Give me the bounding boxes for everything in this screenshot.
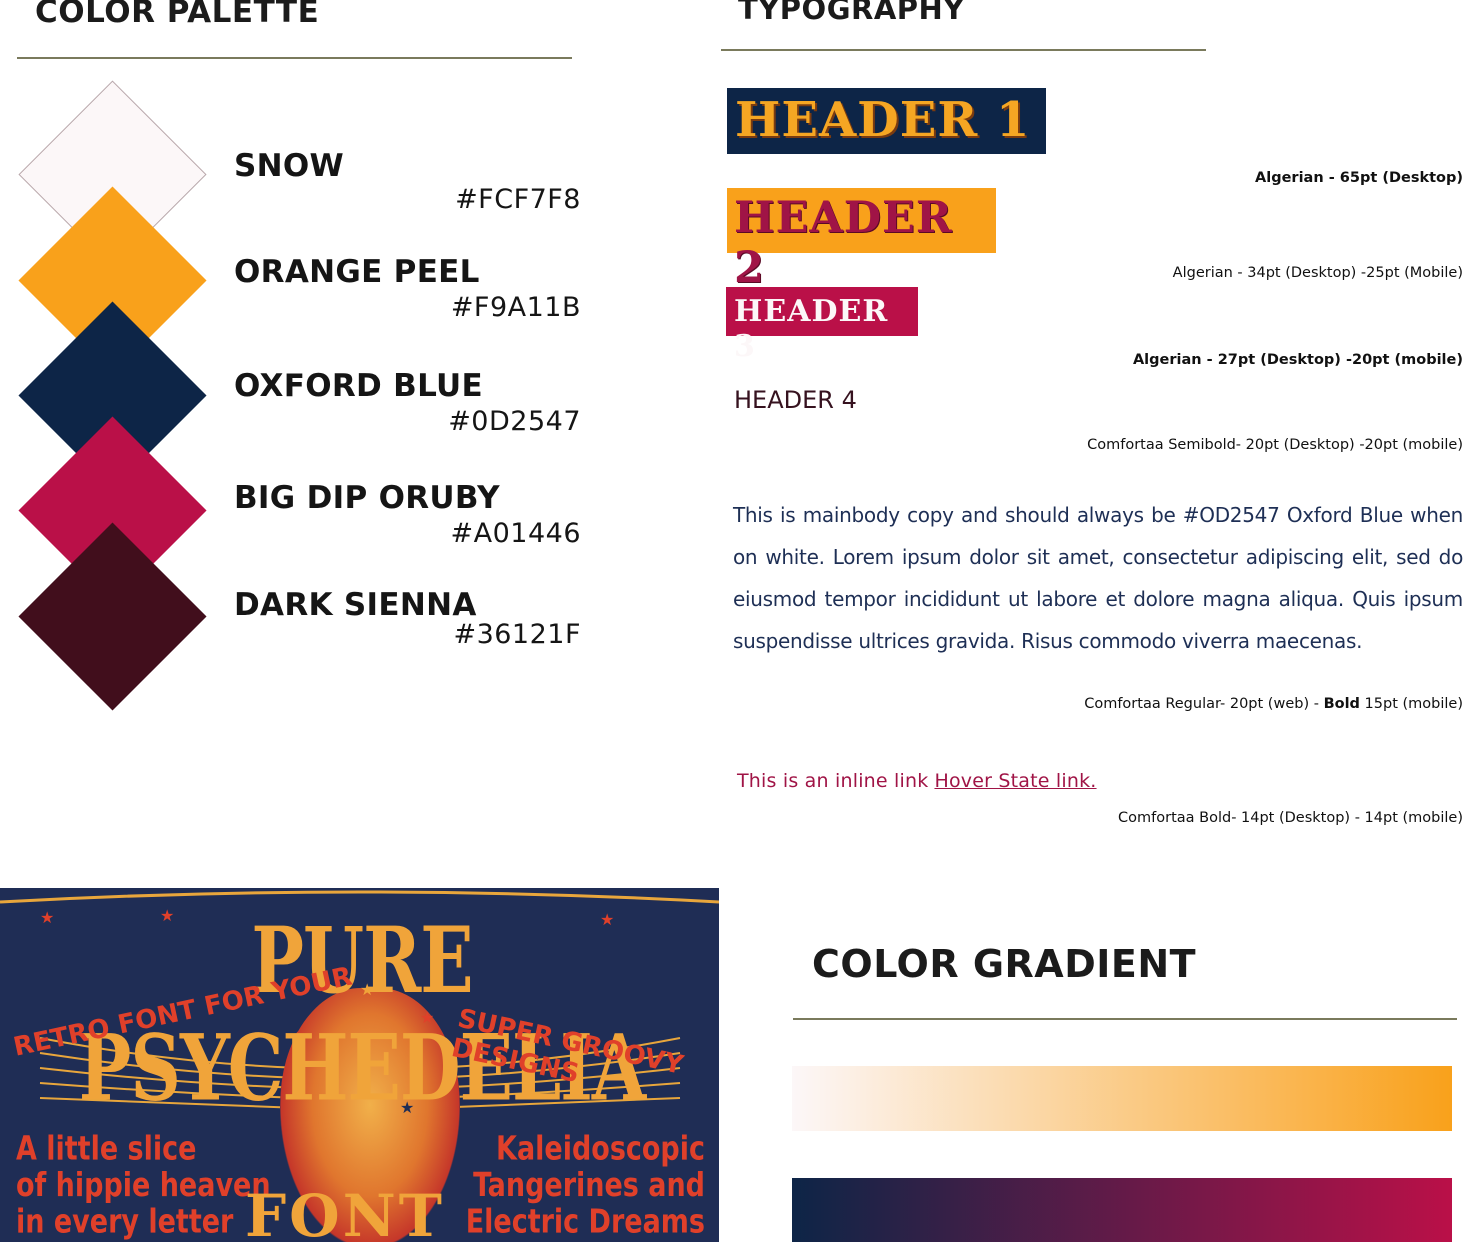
poster-left-text: A little slice of hippie heaven in every… xyxy=(16,1131,271,1240)
inline-link-sample: This is an inline link Hover State link. xyxy=(737,770,1097,792)
swatch-name-snow: SNOW xyxy=(234,148,345,184)
header-2-text: HEADER 2 xyxy=(734,193,953,293)
header-3-spec: Algerian - 27pt (Desktop) -20pt (mobile) xyxy=(1132,352,1463,368)
body-copy-sample: This is mainbody copy and should always … xyxy=(733,503,1463,653)
header-1-spec: Algerian - 65pt (Desktop) xyxy=(1255,170,1463,186)
palette-title: COLOR PALETTE xyxy=(35,0,320,30)
poster-left-line: in every letter xyxy=(16,1202,234,1242)
swatch-name-dark-sienna: DARK SIENNA xyxy=(234,587,477,623)
header-2-spec: Algerian - 34pt (Desktop) -25pt (Mobile) xyxy=(1172,265,1463,281)
body-spec-prefix: Comfortaa Regular- 20pt (web) - xyxy=(1084,696,1324,712)
body-copy-spec: Comfortaa Regular- 20pt (web) - Bold 15p… xyxy=(1084,696,1463,712)
header-1-text: HEADER 1 xyxy=(735,92,1031,148)
poster-font-word: FONT xyxy=(245,1182,445,1242)
body-spec-suffix: 15pt (mobile) xyxy=(1359,696,1463,712)
palette-divider xyxy=(17,57,572,59)
header-4-spec: Comfortaa Semibold- 20pt (Desktop) -20pt… xyxy=(1087,437,1463,453)
swatch-hex-oxford-blue: #0D2547 xyxy=(448,406,581,437)
gradient-title: COLOR GRADIENT xyxy=(812,942,1197,986)
poster-left-line: A little slice xyxy=(16,1129,197,1169)
swatch-name-orange-peel: ORANGE PEEL xyxy=(234,254,480,290)
gradient-bar-snow-orange xyxy=(792,1066,1452,1131)
swatch-name-oxford-blue: OXFORD BLUE xyxy=(234,368,483,404)
swatch-diamond-dark-sienna xyxy=(18,522,207,711)
typography-divider xyxy=(721,49,1206,51)
gradient-divider xyxy=(793,1018,1457,1020)
header-4-text: HEADER 4 xyxy=(734,386,857,414)
hover-state-link[interactable]: Hover State link. xyxy=(934,770,1096,792)
poster-right-line: Kaleidoscopic xyxy=(496,1129,705,1169)
body-spec-bold: Bold xyxy=(1323,696,1360,712)
header-3-text: HEADER 3 xyxy=(734,294,889,364)
header-3-sample: HEADER 3 xyxy=(726,287,918,364)
typography-title: TYPOGRAPHY xyxy=(738,0,965,26)
inline-link-text[interactable]: This is an inline link xyxy=(737,770,928,792)
swatch-hex-snow: #FCF7F8 xyxy=(455,184,581,215)
font-poster-image: ★ ★ ★ ★ ★ ★ ★ PURE PSYCHEDELIA RETRO FON… xyxy=(0,888,719,1242)
swatch-hex-dark-sienna: #36121F xyxy=(453,619,581,650)
gradient-bar-oxford-ruby xyxy=(792,1178,1452,1242)
poster-left-line: of hippie heaven xyxy=(16,1166,271,1205)
swatch-name-big-dip-oruby: BIG DIP ORUBY xyxy=(234,480,500,516)
swatch-hex-big-dip-oruby: #A01446 xyxy=(450,518,581,549)
poster-right-text: Kaleidoscopic Tangerines and Electric Dr… xyxy=(466,1131,705,1240)
link-spec: Comfortaa Bold- 14pt (Desktop) - 14pt (m… xyxy=(1118,810,1463,826)
poster-right-line: Tangerines and xyxy=(473,1166,705,1205)
poster-right-line: Electric Dreams xyxy=(465,1202,705,1242)
swatch-hex-orange-peel: #F9A11B xyxy=(450,292,581,323)
header-2-sample: HEADER 2 xyxy=(727,188,996,293)
header-1-sample: HEADER 1 xyxy=(727,88,1046,154)
